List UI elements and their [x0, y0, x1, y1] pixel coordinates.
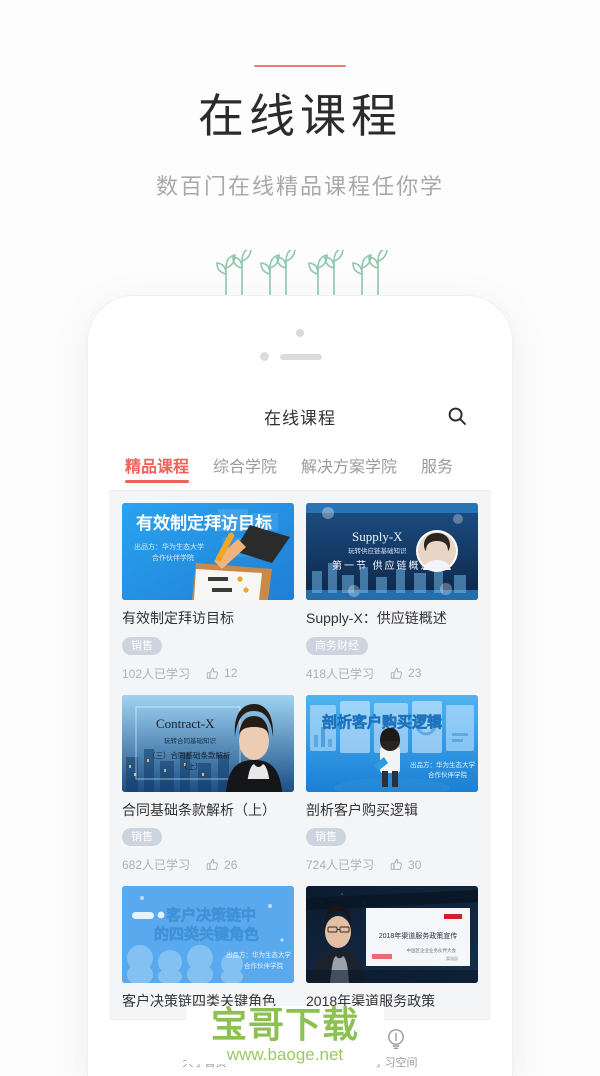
svg-text:合作伙伴学院: 合作伙伴学院	[244, 961, 284, 970]
course-thumbnail[interactable]: 客户决策链中 的四类关键角色 出品方：华为生态大学 合作伙伴学院	[122, 886, 294, 984]
svg-text:玩转供应链基础知识: 玩转供应链基础知识	[348, 546, 407, 555]
page-title: 在线课程	[198, 90, 402, 142]
course-thumbnail[interactable]: Supply-X 玩转供应链基础知识 第一节 供应链概述	[306, 503, 478, 600]
lightbulb-icon	[387, 1028, 404, 1049]
course-card[interactable]: Contract-X 玩转合同基础知识 （三）合同基础条款解析 （上） 合同基础…	[122, 694, 294, 874]
page-root: 在线课程 数百门在线精品课程任你学 在线课程 精品课程 综合学院 解决方案学院 …	[0, 0, 600, 1076]
course-thumbnail[interactable]: 2018年渠道服务政策宣传 中国区企业业务伙伴大会 渠道部	[306, 886, 478, 984]
thumbs-up-icon	[206, 667, 219, 679]
course-learner-count: 418人已学习	[306, 666, 375, 681]
search-button[interactable]	[443, 402, 471, 430]
svg-text:渠道部: 渠道部	[446, 955, 458, 961]
course-grid: 有效制定拜访目标 出品方：华为生态大学 合作伙伴学院 有效制定拜访目标 销售 1…	[109, 491, 491, 1024]
course-learner-count: 682人已学习	[122, 858, 191, 873]
phone-sensor	[260, 352, 269, 361]
tab-comprehensive-college[interactable]: 综合学院	[213, 453, 277, 483]
promo-divider	[254, 65, 346, 67]
course-learner-count: 102人已学习	[122, 666, 191, 681]
phone-screen: 在线课程 精品课程 综合学院 解决方案学院 服务 有效制定拜访目标 出品方：华为…	[109, 388, 491, 1076]
like-number: 30	[408, 857, 422, 872]
like-number: 26	[224, 857, 238, 872]
course-stats: 418人已学习 23	[306, 665, 478, 682]
search-icon	[448, 407, 466, 425]
svg-text:第一节 供应链概述: 第一节 供应链概述	[332, 559, 433, 572]
course-tag: 销售	[306, 828, 346, 847]
thumbs-up-icon	[206, 859, 219, 871]
course-learner-count: 724人已学习	[306, 858, 375, 873]
course-thumbnail[interactable]: 剖析客户购买逻辑 出品方：华为生态大学 合作伙伴学院	[306, 694, 478, 792]
course-title[interactable]: Supply-X：供应链概述	[306, 610, 478, 628]
phone-camera	[296, 329, 304, 337]
course-card[interactable]: Supply-X 玩转供应链基础知识 第一节 供应链概述 Supply-X：供应…	[306, 503, 478, 682]
app-bar: 在线课程	[109, 388, 491, 446]
svg-text:合作伙伴学院: 合作伙伴学院	[428, 770, 468, 779]
phone-mockup: 在线课程 精品课程 综合学院 解决方案学院 服务 有效制定拜访目标 出品方：华为…	[88, 296, 512, 1076]
promo-header: 在线课程 数百门在线精品课程任你学	[0, 0, 600, 250]
svg-text:合作伙伴学院: 合作伙伴学院	[152, 553, 194, 562]
course-like-count[interactable]: 12	[206, 666, 237, 680]
thumbs-up-icon	[390, 859, 403, 871]
watermark: 宝哥下载 www.baoge.net	[186, 1006, 384, 1064]
svg-text:Contract-X: Contract-X	[156, 716, 215, 731]
svg-text:出品方：华为生态大学: 出品方：华为生态大学	[134, 542, 204, 551]
course-card[interactable]: 2018年渠道服务政策宣传 中国区企业业务伙伴大会 渠道部 2018年渠道服务政…	[306, 886, 478, 1011]
app-title: 在线课程	[264, 409, 336, 428]
svg-text:的四类关键角色: 的四类关键角色	[154, 925, 259, 943]
like-number: 23	[408, 666, 422, 681]
thumbs-up-icon	[390, 667, 403, 679]
phone-speaker	[280, 354, 322, 360]
course-like-count[interactable]: 30	[390, 858, 421, 872]
course-stats: 102人已学习 12	[122, 665, 294, 682]
svg-text:客户决策链中: 客户决策链中	[165, 906, 256, 924]
page-subtitle: 数百门在线精品课程任你学	[155, 174, 444, 199]
course-tag: 销售	[122, 828, 162, 847]
svg-text:出品方：华为生态大学: 出品方：华为生态大学	[410, 760, 476, 769]
watermark-brand: 宝哥下载	[210, 1004, 359, 1045]
course-thumbnail[interactable]: 有效制定拜访目标 出品方：华为生态大学 合作伙伴学院	[122, 503, 294, 600]
course-card[interactable]: 剖析客户购买逻辑 出品方：华为生态大学 合作伙伴学院 剖析客户购买逻辑 销售 7…	[306, 694, 478, 874]
category-tabs[interactable]: 精品课程 综合学院 解决方案学院 服务	[109, 446, 491, 490]
course-like-count[interactable]: 23	[390, 666, 421, 680]
course-tag: 商务财经	[306, 636, 368, 655]
svg-text:出品方：华为生态大学: 出品方：华为生态大学	[226, 950, 292, 959]
tab-featured-courses[interactable]: 精品课程	[125, 453, 190, 483]
course-title[interactable]: 剖析客户购买逻辑	[306, 802, 478, 820]
course-title[interactable]: 合同基础条款解析（上）	[122, 802, 294, 820]
course-stats: 724人已学习 30	[306, 856, 478, 873]
course-tag: 销售	[122, 636, 162, 655]
svg-text:Supply-X: Supply-X	[352, 529, 403, 544]
like-number: 12	[224, 666, 238, 681]
tab-solution-college[interactable]: 解决方案学院	[301, 453, 397, 483]
svg-text:（上）: （上）	[180, 762, 203, 771]
tab-service[interactable]: 服务	[421, 453, 453, 483]
course-card[interactable]: 客户决策链中 的四类关键角色 出品方：华为生态大学 合作伙伴学院 客户决策链四类…	[122, 886, 294, 1011]
svg-text:剖析客户购买逻辑: 剖析客户购买逻辑	[322, 713, 442, 731]
course-card[interactable]: 有效制定拜访目标 出品方：华为生态大学 合作伙伴学院 有效制定拜访目标 销售 1…	[122, 503, 294, 682]
svg-text:玩转合同基础知识: 玩转合同基础知识	[164, 736, 217, 745]
svg-text:中国区企业业务伙伴大会: 中国区企业业务伙伴大会	[407, 947, 457, 954]
course-thumbnail[interactable]: Contract-X 玩转合同基础知识 （三）合同基础条款解析 （上）	[122, 694, 294, 792]
svg-text:2018年渠道服务政策宣传: 2018年渠道服务政策宣传	[379, 931, 458, 940]
course-like-count[interactable]: 26	[206, 858, 237, 872]
course-stats: 682人已学习 26	[122, 856, 294, 873]
svg-text:（三）合同基础条款解析: （三）合同基础条款解析	[148, 750, 231, 760]
watermark-url: www.baoge.net	[226, 1045, 344, 1064]
course-title[interactable]: 有效制定拜访目标	[122, 610, 294, 628]
